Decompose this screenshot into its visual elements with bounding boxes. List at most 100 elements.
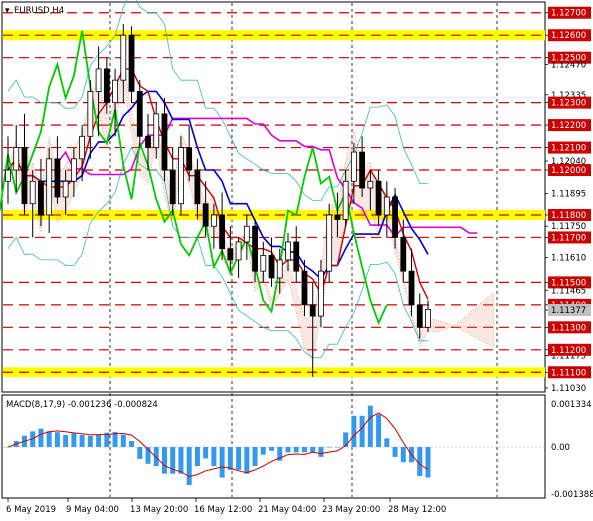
candle-body (120, 34, 127, 81)
candle-body (318, 270, 324, 317)
price-label: 1.11465 (551, 286, 586, 296)
candle-body (161, 113, 168, 171)
macd-axis-label: 0.00 (551, 443, 570, 453)
candle-body (367, 180, 374, 189)
price-tick: 1.12000 (545, 164, 591, 177)
macd-bar (186, 447, 192, 486)
candle-body (87, 90, 94, 137)
candle-body (375, 180, 382, 216)
macd-bar (244, 447, 250, 474)
candle (128, 26, 135, 103)
macd-bar (194, 447, 200, 467)
macd-bar (79, 434, 85, 447)
price-tick: 1.11100 (545, 366, 591, 379)
macd-bar (96, 434, 102, 447)
candle-body (350, 151, 357, 182)
macd-bar (87, 435, 93, 447)
price-tick: 1.12700 (545, 6, 591, 19)
macd-bar (236, 447, 242, 470)
macd-bar (318, 447, 324, 457)
macd-bar (63, 434, 69, 447)
time-label: 23 May 20:00 (322, 505, 380, 515)
macd-bar (211, 447, 217, 467)
candle-body (95, 68, 102, 92)
candle-body (5, 169, 11, 182)
price-label: 1.12000 (551, 166, 586, 176)
macd-bar (343, 432, 349, 447)
price-tick: 1.11030 (545, 384, 586, 394)
price-label: 1.11030 (551, 384, 586, 394)
macd-bar (38, 428, 44, 447)
candle-body (38, 180, 44, 216)
macd-bar (359, 415, 365, 447)
macd-axis-label: 0.001334 (551, 400, 592, 410)
candle-body (70, 158, 77, 182)
candle-body (153, 113, 160, 148)
macd-bar (203, 447, 209, 459)
price-label: 1.11100 (551, 368, 586, 378)
price-tick: 1.11200 (545, 343, 591, 356)
macd-bar (120, 434, 126, 447)
macd-bar (161, 447, 167, 474)
price-label: 1.12700 (551, 9, 586, 19)
macd-bar (301, 447, 307, 453)
symbol-title: EURUSD,H4 (14, 6, 64, 16)
candle-body (136, 90, 143, 137)
time-label: 16 May 12:00 (194, 505, 252, 515)
candle-body (243, 225, 250, 243)
candle-body (293, 241, 300, 272)
candle-body (62, 180, 69, 198)
macd-bar (269, 447, 275, 451)
price-tick: 1.11700 (545, 231, 591, 244)
candle-body (169, 169, 176, 205)
candle-body (112, 79, 118, 104)
candle-body (79, 135, 86, 160)
macd-bar (351, 415, 357, 447)
macd-bar (137, 447, 143, 459)
price-label: 1.11300 (551, 323, 586, 333)
candle-body (252, 225, 258, 272)
macd-bar (54, 432, 60, 447)
candle-body (186, 147, 193, 171)
macd-bar (293, 447, 299, 453)
candle-body (260, 255, 267, 272)
candle-body (309, 304, 316, 317)
macd-bar (376, 414, 382, 447)
macd-bar (392, 447, 398, 457)
candle-body (425, 308, 431, 328)
time-label: 21 May 04:00 (258, 505, 316, 515)
macd-bar (417, 447, 423, 476)
macd-bar (252, 447, 258, 467)
macd-bar (384, 438, 390, 447)
candle-body (408, 270, 415, 306)
price-chart[interactable]: 1.127001.126001.125001.124701.123351.123… (0, 0, 593, 521)
candle (178, 136, 184, 215)
candle-body (326, 214, 333, 272)
symbol-title-icon: ▾ (5, 6, 10, 16)
macd-bar (260, 447, 266, 455)
price-label: 1.12200 (551, 121, 586, 131)
price-label: 1.11800 (551, 211, 586, 221)
candle-body (46, 158, 53, 216)
candle-body (400, 237, 407, 272)
price-tick: 1.12200 (545, 119, 591, 132)
price-label: 1.12470 (551, 60, 586, 70)
time-label: 13 May 20:00 (130, 505, 188, 515)
time-label: 9 May 04:00 (66, 505, 119, 515)
candle-body (103, 68, 110, 104)
price-label: 1.12600 (551, 31, 586, 41)
price-label: 1.11700 (551, 233, 586, 243)
price-label: 1.11200 (551, 346, 586, 356)
candle-body (194, 169, 201, 205)
macd-bar (227, 447, 233, 470)
candle-body (359, 151, 366, 189)
candle-body (416, 304, 423, 328)
time-label: 28 May 12:00 (388, 505, 446, 515)
price-tick: 1.11610 (545, 254, 586, 264)
candle-body (128, 34, 135, 92)
candle-body (54, 158, 61, 198)
macd-bar (153, 447, 159, 467)
candle-body (392, 196, 398, 238)
price-tick: 1.11300 (545, 321, 591, 334)
macd-bar (46, 431, 52, 447)
